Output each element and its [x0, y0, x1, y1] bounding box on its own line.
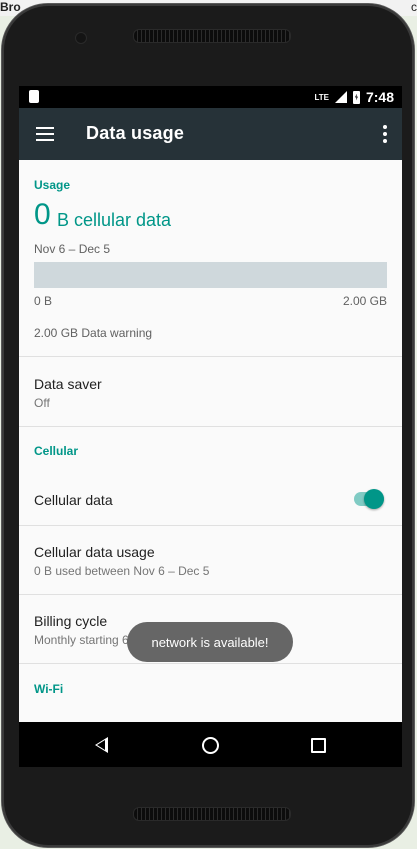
more-vert-icon[interactable] — [382, 125, 388, 143]
sd-card-icon — [29, 90, 39, 103]
home-icon[interactable] — [202, 737, 219, 754]
toast-message: network is available! — [127, 622, 293, 662]
billing-cycle-sub: Monthly starting 6 — [34, 633, 129, 647]
usage-progress-bar — [34, 262, 387, 288]
wifi-section-header: Wi-Fi — [34, 682, 64, 696]
cellular-data-usage-sub: 0 B used between Nov 6 – Dec 5 — [34, 564, 210, 578]
usage-bar-max-label: 2.00 GB — [342, 294, 387, 308]
divider — [19, 663, 402, 664]
signal-icon — [334, 91, 347, 103]
usage-amount-number: 0 — [34, 198, 51, 231]
app-bar: Data usage — [19, 108, 402, 160]
data-saver-status: Off — [34, 396, 50, 410]
front-camera — [75, 32, 87, 44]
usage-amount-unit: B cellular data — [57, 210, 172, 230]
cellular-data-toggle[interactable] — [364, 489, 384, 509]
page-title: Data usage — [86, 123, 185, 143]
billing-cycle-title: Billing cycle — [34, 613, 108, 629]
data-saver-title: Data saver — [34, 376, 102, 392]
divider — [19, 356, 402, 357]
usage-date-range: Nov 6 – Dec 5 — [34, 242, 111, 256]
recent-apps-icon[interactable] — [311, 738, 326, 753]
back-icon[interactable] — [95, 737, 108, 753]
top-speaker — [133, 29, 291, 43]
status-icons: LTE 7:48 — [314, 89, 394, 105]
divider — [19, 594, 402, 595]
hamburger-menu-icon[interactable] — [36, 127, 54, 141]
navigation-bar — [19, 722, 402, 767]
background-window-text-right: c — [411, 0, 417, 14]
usage-section-header: Usage — [34, 178, 71, 192]
phone-frame: LTE 7:48 Data usage Usage 0 B cellular d… — [2, 4, 414, 847]
clock: 7:48 — [365, 89, 394, 105]
cellular-data-usage-title: Cellular data usage — [34, 544, 155, 560]
battery-charging-icon — [352, 90, 360, 104]
status-bar: LTE 7:48 — [19, 86, 402, 108]
divider — [19, 525, 402, 526]
lte-label: LTE — [314, 92, 329, 102]
phone-screen: LTE 7:48 Data usage Usage 0 B cellular d… — [19, 86, 402, 767]
divider — [19, 426, 402, 427]
cellular-section-header: Cellular — [34, 444, 79, 458]
bottom-speaker — [133, 807, 291, 821]
background-window-text: Bro — [0, 0, 21, 14]
data-warning-text: 2.00 GB Data warning — [34, 326, 153, 340]
cellular-data-label: Cellular data — [34, 492, 113, 508]
usage-bar-min-label: 0 B — [34, 294, 53, 308]
